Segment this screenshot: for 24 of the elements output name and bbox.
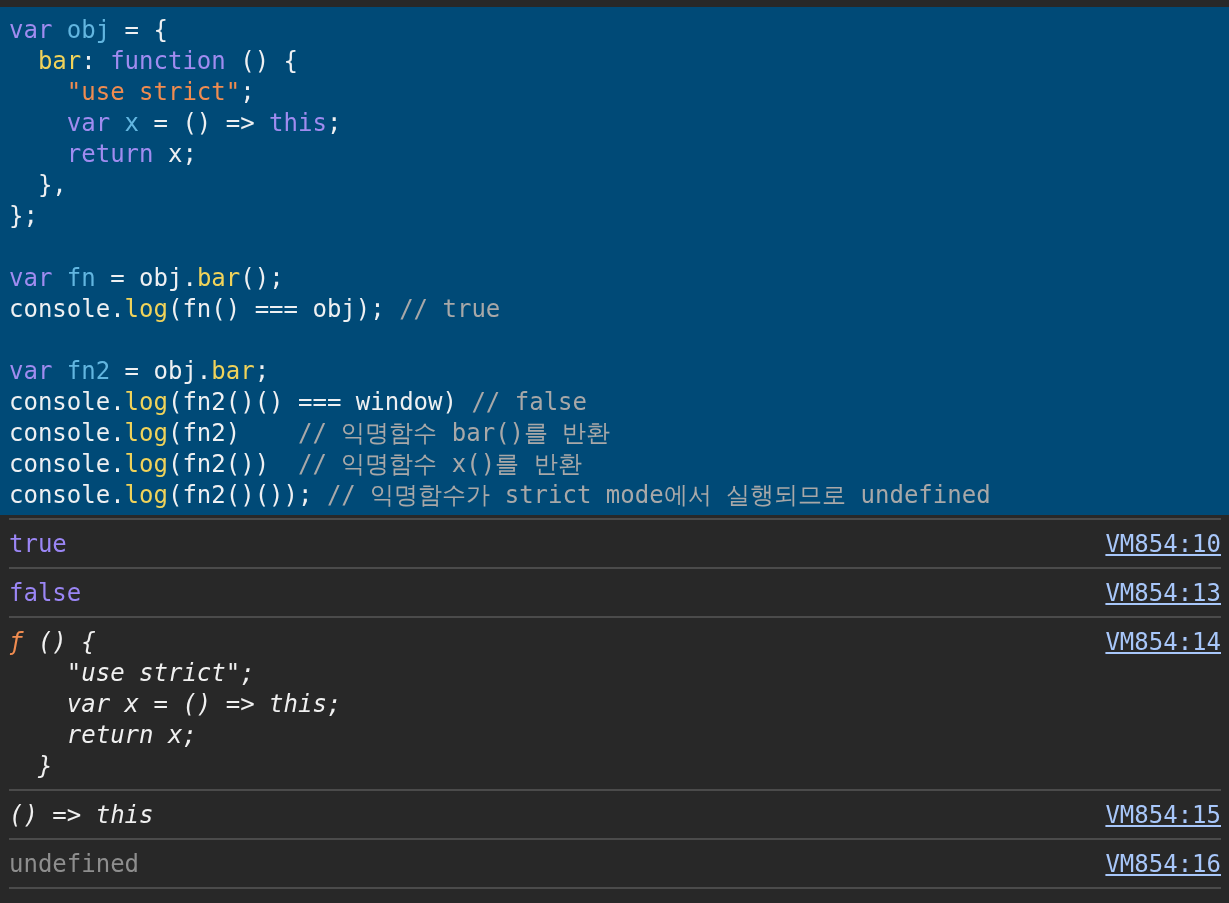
source-link[interactable]: VM854:13: [1105, 578, 1221, 609]
code-line: console.log(fn2()() === window) // false: [9, 387, 588, 418]
code-line: console.log(fn2()) // 익명함수 x()를 반환: [9, 449, 583, 480]
source-link[interactable]: VM854:14: [1105, 627, 1221, 658]
code-line: };: [9, 201, 39, 232]
code-line: console.log(fn2) // 익명함수 bar()를 반환: [9, 418, 612, 449]
console-output: undefined: [9, 849, 140, 880]
code-line: return x;: [65, 139, 198, 170]
source-link[interactable]: VM854:16: [1105, 849, 1221, 880]
console-output: true: [9, 529, 67, 560]
code-line: var fn2 = obj.bar;: [9, 356, 271, 387]
console-output: ƒ () { "use strict"; var x = () => this; return x; }: [9, 627, 342, 782]
code-line: console.log(fn() === obj); // true: [9, 294, 502, 325]
code-line: console.log(fn2()()); // 익명함수가 strict mode에서 실행되므로 undefined: [9, 480, 992, 511]
source-link[interactable]: VM854:10: [1105, 529, 1221, 560]
code-line: },: [36, 170, 68, 201]
code-line: var x = () => this;: [65, 108, 343, 139]
code-line: "use strict";: [65, 77, 256, 108]
code-line: var fn = obj.bar();: [9, 263, 285, 294]
code-line: bar: function () {: [36, 46, 299, 77]
code-line: var obj = {: [9, 15, 169, 46]
console-output: () => this: [9, 800, 154, 831]
console-output: false: [9, 578, 82, 609]
source-link[interactable]: VM854:15: [1105, 800, 1221, 831]
